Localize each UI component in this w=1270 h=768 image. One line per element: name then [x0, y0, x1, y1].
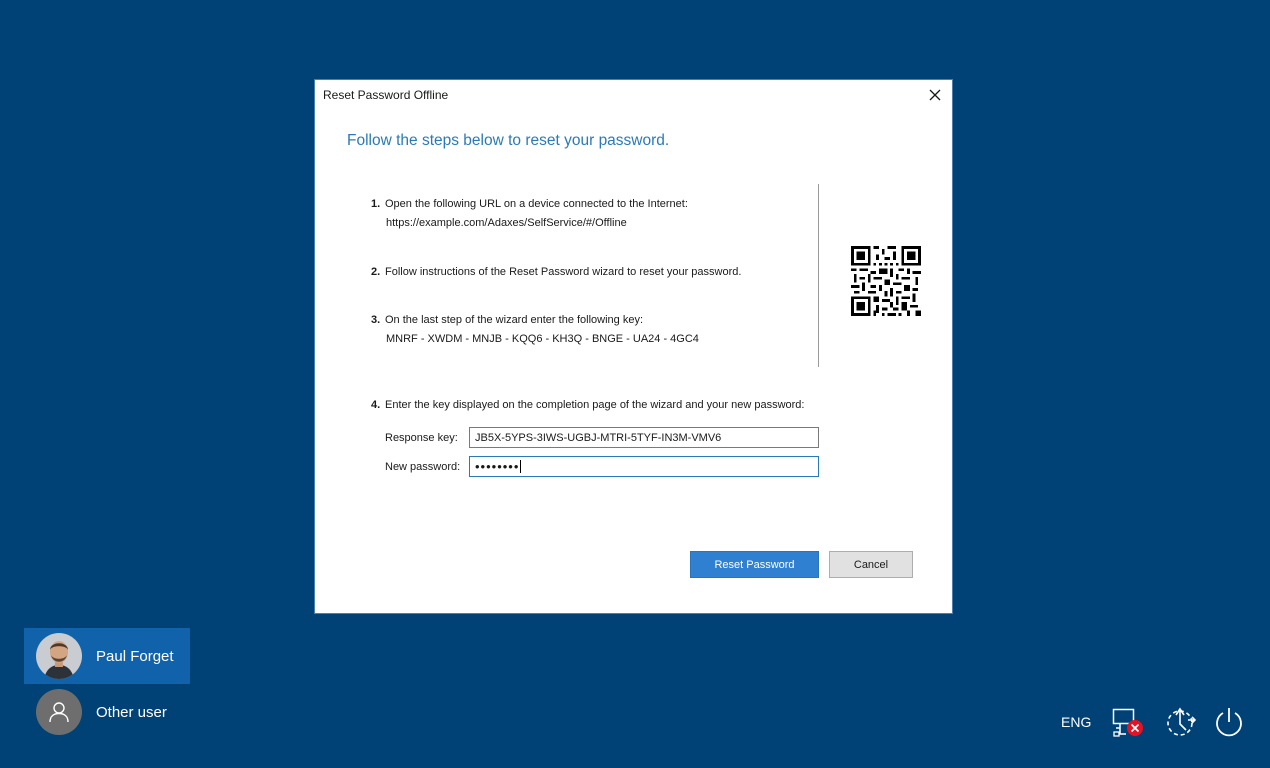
- text-caret: [520, 460, 522, 473]
- close-icon: [929, 89, 941, 101]
- dialog-headline: Follow the steps below to reset your pas…: [347, 132, 670, 149]
- close-button[interactable]: [924, 84, 946, 106]
- user-name: Other user: [96, 703, 167, 721]
- response-key-label: Response key:: [385, 432, 458, 444]
- qr-code: [851, 246, 921, 316]
- step-number: 4.: [371, 399, 381, 411]
- user-name: Paul Forget: [96, 647, 174, 665]
- person-icon: [49, 702, 69, 723]
- language-indicator[interactable]: ENG: [1061, 714, 1091, 730]
- step-1: 1. Open the following URL on a device con…: [371, 198, 688, 229]
- response-key-value: JB5X-5YPS-3IWS-UGBJ-MTRI-5TYF-IN3M-VMV6: [475, 431, 722, 444]
- response-key-input[interactable]: JB5X-5YPS-3IWS-UGBJ-MTRI-5TYF-IN3M-VMV6: [469, 427, 819, 448]
- step-number: 1.: [371, 198, 381, 210]
- step-2: 2. Follow instructions of the Reset Passw…: [371, 266, 741, 278]
- dialog-title: Reset Password Offline: [323, 88, 449, 102]
- step-number: 3.: [371, 314, 381, 326]
- step-4: 4. Enter the key displayed on the complet…: [371, 399, 804, 411]
- reset-password-button[interactable]: Reset Password: [690, 551, 819, 578]
- reset-password-dialog: Reset Password Offline Follow the steps …: [314, 79, 953, 614]
- user-tile-paul-forget[interactable]: Paul Forget: [24, 628, 190, 684]
- cancel-button[interactable]: Cancel: [829, 551, 913, 578]
- new-password-label: New password:: [385, 461, 461, 473]
- request-key: MNRF - XWDM - MNJB - KQQ6 - KH3Q - BNGE …: [386, 333, 699, 345]
- step-number: 2.: [371, 266, 381, 278]
- step-text: Follow instructions of the Reset Passwor…: [385, 266, 742, 278]
- power-icon[interactable]: [1213, 706, 1245, 738]
- generic-user-avatar: [36, 689, 82, 735]
- user-avatar: [36, 633, 82, 679]
- step-text: Open the following URL on a device conne…: [385, 198, 688, 210]
- ease-of-access-icon[interactable]: [1164, 706, 1198, 738]
- new-password-value: ••••••••: [475, 459, 520, 474]
- vertical-divider: [818, 184, 819, 367]
- step-text: Enter the key displayed on the completio…: [385, 399, 805, 411]
- offline-url: https://example.com/Adaxes/SelfService/#…: [386, 217, 627, 229]
- network-disconnected-icon[interactable]: [1112, 708, 1144, 738]
- user-tile-other-user[interactable]: Other user: [24, 684, 190, 740]
- step-text: On the last step of the wizard enter the…: [385, 314, 644, 326]
- new-password-input[interactable]: ••••••••: [469, 456, 819, 477]
- step-3: 3. On the last step of the wizard enter t…: [371, 314, 699, 345]
